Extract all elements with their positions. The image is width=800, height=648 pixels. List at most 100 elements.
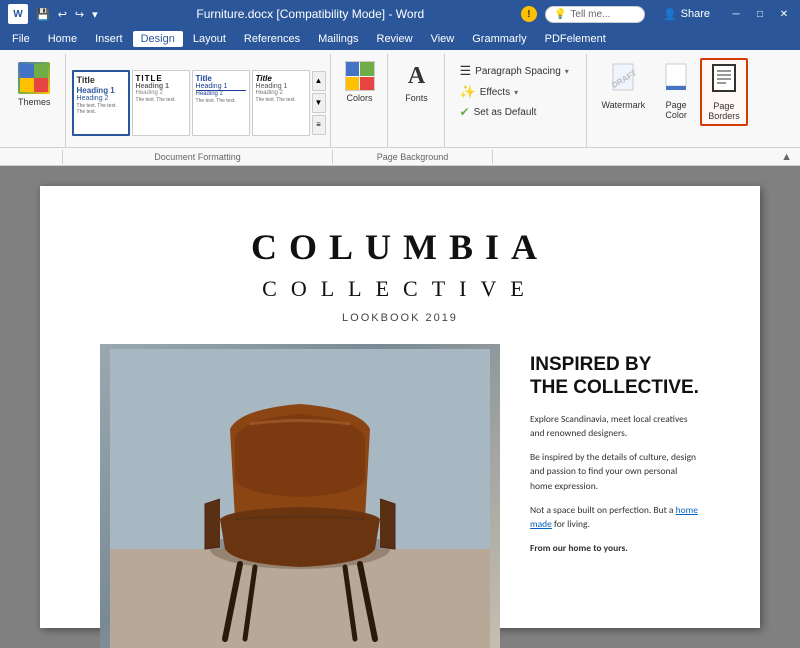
ribbon-collapse-button[interactable]: ▲	[781, 151, 792, 163]
themes-label: Themes	[18, 97, 51, 107]
save-icon[interactable]: 💾	[34, 6, 52, 23]
watermark-label: Watermark	[602, 100, 646, 110]
close-button[interactable]: ✕	[776, 6, 792, 22]
watermark-button[interactable]: DRAFT Watermark	[595, 58, 653, 114]
effects-button[interactable]: ✨ Effects ▾	[457, 83, 572, 101]
colors-group: Colors	[333, 54, 388, 147]
page-bg-content: DRAFT Watermark Page Color	[595, 58, 748, 143]
set-default-button[interactable]: ✔ Set as Default	[457, 104, 572, 120]
scroll-down-button[interactable]: ▼	[312, 93, 326, 113]
scroll-up-button[interactable]: ▲	[312, 71, 326, 91]
doc-text-column: INSPIRED BYTHE COLLECTIVE. Explore Scand…	[530, 344, 700, 648]
document-page: COLUMBIA COLLECTIVE LOOKBOOK 2019	[40, 186, 760, 628]
format-thumb-2[interactable]: TITLE Heading 1 Heading 2 The text. The …	[132, 70, 190, 136]
dropdown-icon[interactable]: ▾	[90, 6, 100, 23]
page-color-icon	[662, 62, 690, 98]
menu-bar: File Home Insert Design Layout Reference…	[0, 28, 800, 50]
title-bar-left: W 💾 ↩ ↪ ▾	[8, 4, 100, 24]
group-labels: Document Formatting Page Background	[8, 150, 493, 164]
colors-button[interactable]: Colors	[339, 58, 381, 106]
menu-file[interactable]: File	[4, 31, 38, 47]
fonts-label: Fonts	[405, 93, 428, 103]
menu-view[interactable]: View	[423, 31, 463, 47]
format-thumb-3[interactable]: Title Heading 1 Heading 2 The text. The …	[192, 70, 250, 136]
para-group: ☰ Paragraph Spacing ▾ ✨ Effects ▾ ✔ Set …	[447, 54, 587, 147]
tell-me-text: Tell me...	[570, 9, 610, 20]
para-spacing-button[interactable]: ☰ Paragraph Spacing ▾	[457, 62, 572, 80]
inspired-title: INSPIRED BYTHE COLLECTIVE.	[530, 354, 700, 400]
effects-label: Effects	[480, 87, 510, 98]
page-borders-icon	[710, 63, 738, 99]
checkmark-icon: ✔	[460, 105, 470, 119]
window-title: Furniture.docx [Compatibility Mode] - Wo…	[100, 7, 521, 21]
fonts-icon: A	[402, 61, 432, 91]
menu-references[interactable]: References	[236, 31, 308, 47]
scroll-more-button[interactable]: ≡	[312, 115, 326, 135]
person-icon: 👤	[663, 8, 677, 21]
maximize-button[interactable]: □	[752, 6, 768, 22]
para-3: Not a space built on perfection. But a h…	[530, 503, 700, 532]
menu-review[interactable]: Review	[369, 31, 421, 47]
format-thumbs-row: Title Heading 1 Heading 2 The text. The …	[72, 58, 326, 147]
para-4: From our home to yours.	[530, 541, 700, 555]
themes-icon	[18, 62, 50, 94]
chair-background	[100, 344, 500, 648]
colors-label: Colors	[347, 93, 373, 103]
minimize-button[interactable]: ─	[728, 6, 744, 22]
effects-icon: ✨	[460, 84, 476, 100]
doc-lookbook: LOOKBOOK 2019	[100, 312, 700, 324]
chair-image	[100, 344, 500, 648]
watermark-icon: DRAFT	[609, 62, 637, 98]
warning-icon: !	[521, 6, 537, 22]
doc-title-sub: COLLECTIVE	[100, 276, 700, 302]
share-button[interactable]: 👤 Share	[653, 5, 720, 24]
page-color-label: Page Color	[665, 100, 687, 120]
doc-formatting-label: Document Formatting	[63, 150, 333, 164]
format-thumb-4[interactable]: Title Heading 1 Heading 2 The text. The …	[252, 70, 310, 136]
tell-me-box[interactable]: 💡 Tell me...	[545, 6, 645, 23]
document-area: COLUMBIA COLLECTIVE LOOKBOOK 2019	[0, 166, 800, 648]
para-spacing-icon: ☰	[460, 63, 472, 79]
para-3-text: Not a space built on perfection. But a	[530, 504, 673, 516]
colors-swatch	[345, 61, 375, 91]
undo-icon[interactable]: ↩	[56, 6, 69, 23]
para-1: Explore Scandinavia, meet local creative…	[530, 412, 700, 441]
menu-mailings[interactable]: Mailings	[310, 31, 366, 47]
para-spacing-label: Paragraph Spacing	[475, 66, 561, 77]
chair-svg	[110, 349, 490, 648]
themes-content: Themes	[10, 58, 59, 143]
fonts-content: A Fonts	[396, 58, 438, 143]
page-borders-button[interactable]: Page Borders	[700, 58, 748, 126]
menu-design[interactable]: Design	[133, 31, 183, 47]
menu-insert[interactable]: Insert	[87, 31, 131, 47]
menu-pdfelement[interactable]: PDFelement	[537, 31, 614, 47]
set-default-label: Set as Default	[474, 107, 537, 118]
doc-formatting-group: Title Heading 1 Heading 2 The text. The …	[68, 54, 331, 147]
title-bar: W 💾 ↩ ↪ ▾ Furniture.docx [Compatibility …	[0, 0, 800, 28]
doc-title-main: COLUMBIA	[100, 226, 700, 268]
fonts-group: A Fonts	[390, 54, 445, 147]
themes-button[interactable]: Themes	[10, 58, 59, 111]
word-logo: W	[8, 4, 28, 24]
ribbon-controls-right: ▲	[781, 151, 792, 163]
ribbon-content: Themes Title Heading 1 Heading 2 The tex…	[0, 50, 800, 147]
share-label: Share	[681, 8, 710, 20]
effects-arrow: ▾	[514, 88, 518, 97]
lightbulb-icon: 💡	[554, 9, 566, 20]
page-color-button[interactable]: Page Color	[654, 58, 698, 124]
format-scroll-arrows: ▲ ▼ ≡	[312, 71, 326, 135]
para-spacing-arrow: ▾	[565, 67, 569, 76]
para-3-rest: for living.	[554, 518, 590, 530]
quick-access: 💾 ↩ ↪ ▾	[34, 6, 100, 23]
menu-grammarly[interactable]: Grammarly	[464, 31, 534, 47]
menu-home[interactable]: Home	[40, 31, 85, 47]
menu-layout[interactable]: Layout	[185, 31, 234, 47]
format-thumb-1[interactable]: Title Heading 1 Heading 2 The text. The …	[72, 70, 130, 136]
page-background-label: Page Background	[333, 150, 493, 164]
redo-icon[interactable]: ↪	[73, 6, 86, 23]
para-2: Be inspired by the details of culture, d…	[530, 450, 700, 493]
themes-group-label	[8, 150, 63, 164]
page-borders-label: Page Borders	[708, 101, 740, 121]
fonts-button[interactable]: A Fonts	[396, 58, 438, 106]
themes-group: Themes	[4, 54, 66, 147]
